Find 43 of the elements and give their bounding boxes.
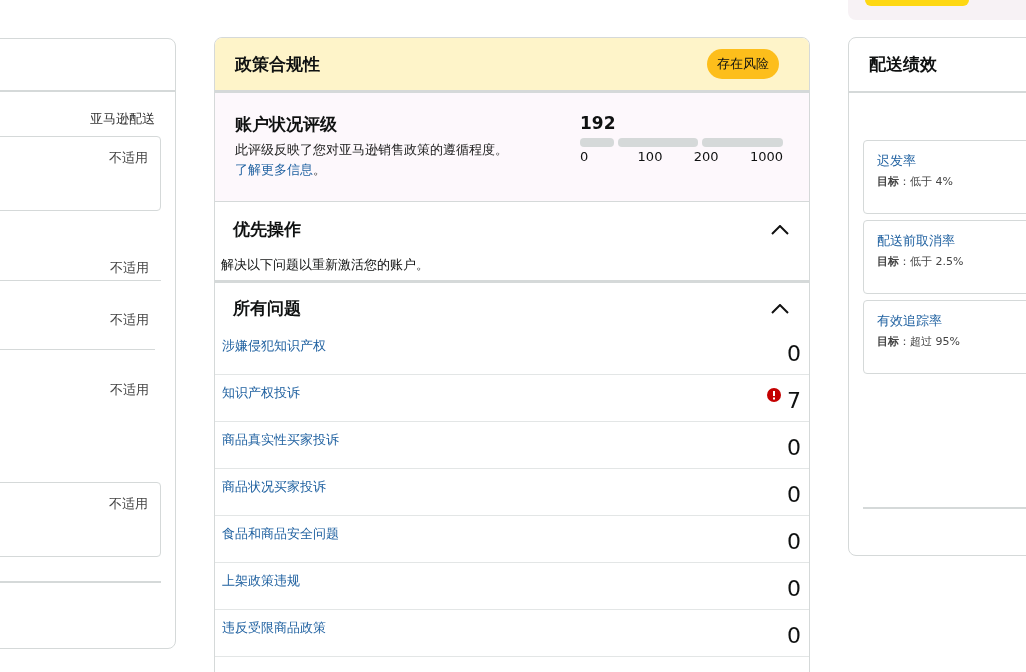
issue-link[interactable]: 知识产权投诉 — [222, 375, 300, 421]
value-text: 不适用 — [109, 149, 148, 167]
issue-count: 7 — [787, 389, 801, 413]
issue-link[interactable]: 商品真实性买家投诉 — [222, 422, 339, 468]
tick-label: 100 — [637, 149, 663, 164]
value-text: 不适用 — [110, 381, 149, 399]
card-title: 政策合规性 — [235, 52, 320, 76]
value-text: 不适用 — [109, 495, 148, 513]
status-badge: 存在风险 — [707, 49, 779, 79]
issue-link[interactable]: 食品和商品安全问题 — [222, 516, 339, 562]
target-text: 目标：超过 95% — [877, 334, 961, 349]
issue-link[interactable]: 上架政策违规 — [222, 563, 300, 609]
section-title: 优先操作 — [233, 218, 301, 241]
score-value: 192 — [580, 113, 617, 133]
card-title: 配送绩效 — [869, 53, 937, 76]
section-title: 所有问题 — [233, 297, 301, 320]
column-label: 亚马逊配送 — [89, 110, 156, 128]
issue-count: 0 — [787, 577, 801, 601]
target-text: 目标：低于 4% — [877, 174, 954, 189]
metric-link[interactable]: 迟发率 — [877, 153, 1026, 170]
value-text: 不适用 — [110, 311, 149, 329]
learn-more-link[interactable]: 了解更多信息 — [235, 162, 313, 177]
section-title: 账户状况评级 — [235, 113, 338, 136]
issue-count: 0 — [787, 342, 801, 366]
tick-label: 200 — [693, 149, 719, 164]
issue-count: 0 — [787, 483, 801, 507]
metric-link[interactable]: 有效追踪率 — [877, 313, 1026, 330]
issue-count: 0 — [787, 530, 801, 554]
issue-link[interactable]: 商品状况买家投诉 — [222, 469, 326, 515]
chevron-icon[interactable] — [771, 303, 789, 314]
metric-link[interactable]: 配送前取消率 — [877, 233, 1026, 250]
tick-label: 0 — [580, 149, 589, 164]
tick-label: 1000 — [749, 149, 783, 164]
target-text: 目标：低于 2.5% — [877, 254, 965, 269]
description-text: 此评级反映了您对亚马逊销售政策的遵循程度。 了解更多信息。 — [235, 141, 509, 179]
scale-segment — [580, 138, 614, 147]
chevron-icon[interactable] — [771, 224, 789, 235]
note-text: 解决以下问题以重新激活您的账户。 — [220, 256, 430, 274]
issue-count: 0 — [787, 436, 801, 460]
issue-link[interactable]: 违反受限商品政策 — [222, 610, 326, 656]
issue-link[interactable]: 涉嫌侵犯知识产权 — [222, 328, 326, 374]
issue-count: 0 — [787, 624, 801, 648]
value-text: 不适用 — [110, 259, 149, 277]
